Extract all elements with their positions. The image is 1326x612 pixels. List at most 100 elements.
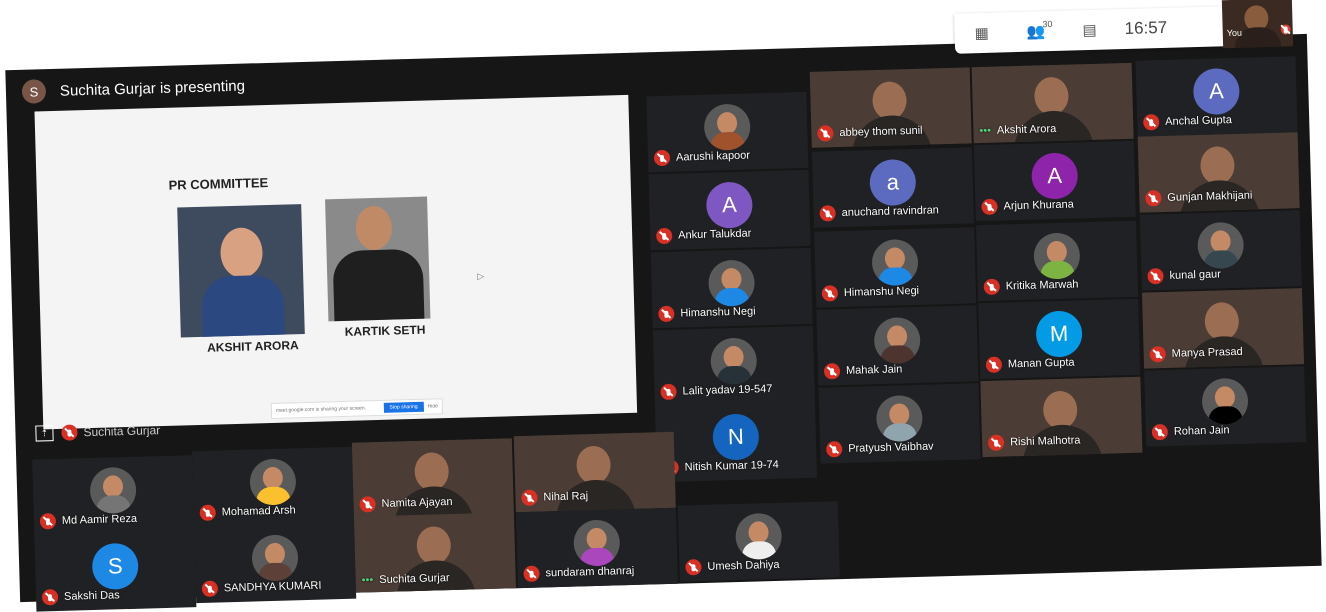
participant-tile[interactable]: Gunjan Makhijani: [1137, 132, 1300, 213]
participant-name: Namita Ajayan: [381, 495, 453, 510]
mic-muted-icon: [981, 198, 998, 216]
stop-sharing-button[interactable]: Stop sharing: [383, 401, 424, 413]
participant-avatar-photo: [249, 458, 297, 506]
participant-tile[interactable]: Mahak Jain: [816, 305, 979, 386]
participant-name: Mahak Jain: [845, 363, 903, 377]
participant-tile[interactable]: Himanshu Negi: [814, 227, 977, 308]
participant-avatar-photo: [707, 259, 756, 307]
participant-name-label: anuchand ravindran: [819, 202, 940, 222]
mic-muted-icon: [660, 383, 677, 401]
participant-tile[interactable]: Rishi Malhotra: [980, 376, 1143, 458]
participant-tile[interactable]: Mohamad Arsh: [192, 446, 355, 528]
mouse-cursor-icon: ▷: [477, 270, 485, 282]
participant-tile[interactable]: abbey thom sunil: [809, 67, 972, 148]
mic-muted-icon: [1145, 190, 1162, 207]
participant-name: Rishi Malhotra: [1009, 434, 1081, 449]
mic-muted-icon: [201, 580, 219, 597]
participant-avatar-letter: a: [869, 158, 917, 207]
participant-tile[interactable]: Aarushi kapoor: [646, 91, 809, 173]
participant-name-label: Sakshi Das: [41, 587, 120, 606]
grid-layout-icon[interactable]: ▦: [954, 12, 1009, 53]
presenter-title: Suchita Gurjar is presenting: [59, 77, 246, 100]
participant-name-label: Ankur Talukdar: [655, 226, 752, 245]
participant-avatar-photo: [875, 394, 924, 443]
participant-tile[interactable]: ••• Akshit Arora: [971, 62, 1134, 144]
clock: 16:57: [1124, 17, 1168, 39]
mic-muted-icon: [987, 434, 1005, 451]
avatar-face: [721, 267, 742, 291]
participant-name-label: Anchal Gupta: [1143, 112, 1232, 131]
participant-tile[interactable]: sundaram dhanraj: [515, 507, 678, 589]
chat-icon[interactable]: ▤: [1062, 9, 1117, 50]
avatar-face: [102, 475, 124, 498]
member-caption-1: AKSHIT ARORA: [206, 338, 299, 355]
participant-name-label: Himanshu Negi: [658, 303, 756, 323]
mic-muted-icon: [39, 513, 57, 530]
mic-muted-icon: [685, 559, 702, 576]
participant-name: Ankur Talukdar: [678, 227, 752, 242]
participant-tile[interactable]: Namita Ajayan: [351, 438, 514, 519]
avatar-face: [716, 111, 738, 135]
participant-name-label: Namita Ajayan: [359, 494, 453, 513]
mic-muted-icon: [655, 227, 673, 245]
participant-tile[interactable]: A Arjun Khurana: [973, 140, 1136, 222]
hide-share-button[interactable]: Hide: [428, 403, 438, 409]
participant-tile[interactable]: Rohan Jain: [1144, 366, 1307, 447]
participant-name-label: ••• Akshit Arora: [979, 123, 1056, 137]
participant-tile[interactable]: Manya Prasad: [1141, 288, 1305, 369]
video-face: [1199, 145, 1235, 185]
participant-avatar-photo: [735, 512, 783, 561]
participant-name: Himanshu Negi: [843, 284, 920, 299]
participant-tile[interactable]: SANDHYA KUMARI: [194, 522, 357, 604]
participant-tile[interactable]: Nihal Raj: [513, 431, 676, 513]
participant-avatar-letter: A: [1031, 152, 1079, 200]
participant-name-label: Rishi Malhotra: [987, 432, 1081, 451]
participant-tile[interactable]: A Anchal Gupta: [1135, 56, 1298, 137]
participant-name-label: sundaram dhanraj: [523, 563, 634, 582]
participant-tile[interactable]: S Sakshi Das: [34, 531, 197, 612]
participant-name: Aarushi kapoor: [675, 149, 751, 164]
slide-heading: PR COMMITTEE: [168, 174, 269, 193]
mic-muted-icon: [523, 565, 540, 582]
mic-muted-icon: [359, 496, 376, 513]
video-face: [1204, 301, 1240, 341]
participants-button[interactable]: 👥 30: [1008, 11, 1063, 52]
avatar-face: [884, 247, 906, 270]
mic-muted-icon: [985, 356, 1003, 374]
participant-tile[interactable]: kunal gaur: [1139, 210, 1302, 291]
pin-icon[interactable]: ⇡: [35, 425, 54, 442]
participant-tile[interactable]: a anuchand ravindran: [811, 147, 974, 228]
participant-tile[interactable]: A Ankur Talukdar: [648, 169, 811, 251]
participant-name: sundaram dhanraj: [545, 564, 635, 580]
self-view-tile[interactable]: You: [1221, 0, 1294, 49]
participant-avatar-photo: [89, 466, 137, 515]
presentation-slide[interactable]: PR COMMITTEE AKSHIT ARORA KARTIK SETH ▷ …: [34, 94, 638, 430]
participant-tile[interactable]: Pratyush Vaibhav: [818, 383, 981, 464]
mic-muted-icon: [658, 305, 675, 323]
avatar-face: [1214, 386, 1236, 409]
participant-name: Pratyush Vaibhav: [848, 440, 934, 455]
participant-tile[interactable]: ••• Suchita Gurjar: [353, 512, 516, 593]
participant-avatar-letter: A: [1192, 67, 1241, 116]
self-label: You: [1226, 27, 1243, 39]
participant-name-label: Nitish Kumar 19-74: [662, 457, 779, 477]
participant-tile[interactable]: Umesh Dahiya: [677, 501, 840, 582]
participant-name: Rohan Jain: [1173, 424, 1230, 438]
participant-name: abbey thom sunil: [839, 124, 923, 140]
participant-tile[interactable]: Lalit yadav 19-547: [652, 325, 815, 407]
video-face: [1042, 390, 1078, 430]
participant-tile[interactable]: Kritika Marwah: [976, 220, 1139, 302]
mic-muted-icon: [983, 278, 1000, 296]
participant-name: Umesh Dahiya: [707, 558, 780, 573]
participant-tile[interactable]: Himanshu Negi: [650, 247, 813, 329]
participant-tile[interactable]: Md Aamir Reza: [32, 455, 195, 536]
mic-muted-icon: [521, 489, 538, 507]
participant-tile[interactable]: M Manan Gupta: [978, 298, 1141, 380]
participant-name: anuchand ravindran: [841, 204, 940, 219]
participant-tile[interactable]: N Nitish Kumar 19-74: [654, 401, 818, 483]
participant-avatar-letter: M: [1035, 310, 1083, 358]
avatar-face: [888, 403, 910, 426]
participant-avatar-letter: A: [705, 181, 754, 229]
participant-name: Kritika Marwah: [1005, 278, 1079, 293]
mic-muted-icon: [199, 504, 216, 522]
